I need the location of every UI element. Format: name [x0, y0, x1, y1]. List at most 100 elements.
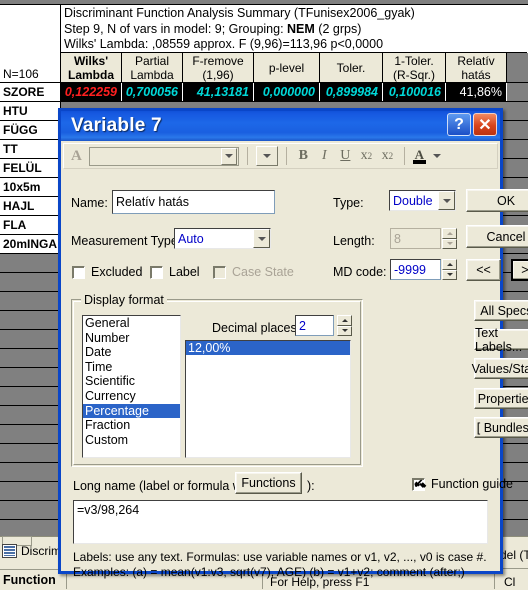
type-chevron-down-icon[interactable] — [438, 191, 455, 210]
dialog-titlebar[interactable]: Variable 7 ? ✕ — [61, 111, 500, 141]
data-cell-3[interactable]: 0,000000 — [254, 83, 320, 101]
row-label-7[interactable]: 20mINGA — [0, 235, 61, 254]
format-list-item-time[interactable]: Time — [83, 360, 180, 375]
font-name-icon: A — [71, 147, 82, 164]
grid-cell[interactable] — [507, 501, 528, 520]
summary-line-1: Discriminant Function Analysis Summary (… — [64, 6, 415, 20]
properties-button[interactable]: Properties... — [474, 388, 528, 409]
type-select[interactable]: Double — [389, 190, 456, 211]
row-label-2[interactable]: TT — [0, 140, 61, 159]
column-header-3[interactable]: p-level — [254, 53, 320, 83]
column-header-4[interactable]: Toler. — [320, 53, 383, 83]
functions-button[interactable]: Functions — [235, 472, 302, 494]
formula-input[interactable]: =v3/98,264 — [73, 500, 488, 544]
md-code-stepper-up[interactable] — [442, 259, 457, 270]
grid-cell[interactable] — [507, 444, 528, 463]
italic-icon[interactable]: I — [316, 146, 333, 166]
decimal-places-stepper-down[interactable] — [337, 325, 352, 336]
workbook-tab-discriminant[interactable]: Discrimi — [2, 544, 64, 558]
md-code-input[interactable]: -9999 — [390, 259, 441, 280]
format-list-item-general[interactable]: General — [83, 316, 180, 331]
data-row-label[interactable]: SZORE — [0, 83, 61, 101]
grid-hline-datarow — [0, 101, 528, 102]
ok-button[interactable]: OK — [466, 189, 528, 212]
column-header-6[interactable]: Relatív hatás — [446, 53, 507, 83]
row-empty-11[interactable] — [0, 311, 61, 330]
row-label-3[interactable]: FELÜL — [0, 159, 61, 178]
data-cell-0[interactable]: 0,122259 — [61, 83, 122, 101]
cancel-button[interactable]: Cancel — [466, 225, 528, 248]
md-code-stepper-down[interactable] — [442, 269, 457, 280]
measurement-type-select[interactable]: Auto — [174, 228, 271, 249]
measurement-chevron-down-icon[interactable] — [253, 229, 270, 248]
row-empty-17[interactable] — [0, 425, 61, 444]
row-empty-9[interactable] — [0, 273, 61, 292]
format-list-item-percentage[interactable]: Percentage — [83, 403, 180, 419]
data-cell-4[interactable]: 0,899984 — [320, 83, 383, 101]
summary-line-2-a: Step 9, N of vars in model: 9; Grouping: — [64, 21, 288, 36]
row-empty-15[interactable] — [0, 387, 61, 406]
excluded-checkbox[interactable] — [72, 266, 85, 279]
row-empty-8[interactable] — [0, 254, 61, 273]
data-cell-2[interactable]: 41,13181 — [183, 83, 254, 101]
grid-cell[interactable] — [507, 102, 528, 121]
grid-cell[interactable] — [507, 159, 528, 178]
row-empty-14[interactable] — [0, 368, 61, 387]
display-format-list[interactable]: General Number Date Time Scientific Currency P… — [82, 315, 181, 458]
label-checkbox[interactable] — [150, 266, 163, 279]
format-preview-list[interactable]: 12,00% — [185, 340, 351, 458]
decimal-places-stepper-up[interactable] — [337, 315, 352, 326]
row-empty-10[interactable] — [0, 292, 61, 311]
data-cell-6[interactable]: 41,86% — [446, 83, 507, 101]
format-list-item-custom[interactable]: Custom — [83, 433, 180, 448]
chevron-down-icon[interactable] — [220, 147, 237, 165]
row-empty-16[interactable] — [0, 406, 61, 425]
font-name-combo[interactable] — [88, 146, 239, 166]
decimal-places-stepper[interactable] — [337, 315, 352, 336]
row-empty-19[interactable] — [0, 463, 61, 482]
column-header-2[interactable]: F-remove (1,96) — [183, 53, 254, 83]
format-list-item-scientific[interactable]: Scientific — [83, 374, 180, 389]
row-label-5[interactable]: HAJL — [0, 197, 61, 216]
font-color-icon[interactable]: A — [412, 146, 426, 166]
grid-cell[interactable] — [507, 121, 528, 140]
superscript-icon[interactable]: x2 — [379, 146, 396, 166]
decimal-places-input[interactable]: 2 — [295, 315, 334, 336]
name-input[interactable]: Relatív hatás — [112, 190, 275, 214]
row-label-1[interactable]: FÜGG — [0, 121, 61, 140]
case-state-label: Case State — [232, 265, 294, 279]
close-icon[interactable]: ✕ — [473, 113, 497, 136]
subscript-icon[interactable]: x2 — [358, 146, 375, 166]
column-header-5[interactable]: 1-Toler. (R-Sqr.) — [383, 53, 446, 83]
format-list-item-date[interactable]: Date — [83, 345, 180, 360]
text-labels-button[interactable]: Text Labels... — [474, 326, 528, 354]
row-empty-13[interactable] — [0, 349, 61, 368]
format-list-item-fraction[interactable]: Fraction — [83, 418, 180, 433]
font-size-combo[interactable] — [255, 146, 278, 166]
grid-cell[interactable] — [507, 140, 528, 159]
row-empty-18[interactable] — [0, 444, 61, 463]
font-color-chevron-down-icon[interactable] — [432, 154, 441, 158]
md-code-stepper[interactable] — [442, 259, 457, 280]
format-list-item-number[interactable]: Number — [83, 331, 180, 346]
column-header-1[interactable]: Partial Lambda — [122, 53, 183, 83]
data-cell-1[interactable]: 0,700056 — [122, 83, 183, 101]
row-empty-20[interactable] — [0, 482, 61, 501]
data-cell-5[interactable]: 0,100016 — [383, 83, 446, 101]
help-icon[interactable]: ? — [447, 113, 471, 136]
bold-icon[interactable]: B — [295, 146, 312, 166]
row-label-6[interactable]: FLA — [0, 216, 61, 235]
column-header-0[interactable]: Wilks' Lambda — [61, 53, 122, 83]
all-specs-button[interactable]: All Specs... — [474, 300, 528, 321]
row-label-0[interactable]: HTU — [0, 102, 61, 121]
bundles-button[interactable]: [ Bundles ]... — [474, 417, 528, 438]
previous-variable-button[interactable]: << — [466, 259, 501, 281]
underline-icon[interactable]: U — [337, 146, 354, 166]
format-list-item-currency[interactable]: Currency — [83, 389, 180, 404]
row-label-4[interactable]: 10x5m — [0, 178, 61, 197]
row-empty-21[interactable] — [0, 501, 61, 520]
row-empty-12[interactable] — [0, 330, 61, 349]
function-guide-checkbox[interactable] — [412, 476, 425, 491]
next-variable-button[interactable]: >> — [511, 259, 528, 281]
values-stats-button[interactable]: Values/Stats... — [472, 358, 528, 379]
